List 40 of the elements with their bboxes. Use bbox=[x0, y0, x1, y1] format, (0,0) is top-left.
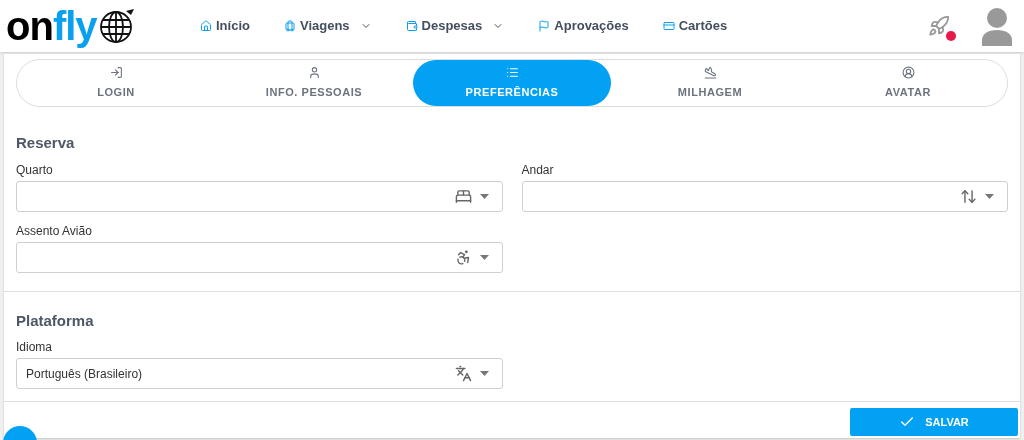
logo[interactable]: onfly bbox=[6, 6, 196, 46]
section-title: Plataforma bbox=[16, 310, 95, 331]
nav-link[interactable]: Viagens bbox=[283, 16, 372, 36]
nav-link[interactable]: Aprovações bbox=[538, 16, 629, 36]
caret-icon bbox=[479, 371, 489, 376]
field-label: Idioma bbox=[16, 339, 54, 356]
plane-icon bbox=[703, 65, 717, 79]
translate-icon bbox=[454, 365, 472, 382]
field-label: Assento Avião bbox=[16, 222, 93, 240]
field-label: Quarto bbox=[16, 161, 54, 179]
select-field[interactable] bbox=[16, 241, 503, 273]
caret-icon bbox=[479, 254, 489, 260]
home-icon bbox=[200, 20, 212, 32]
tab[interactable]: MILHAGEM bbox=[611, 60, 809, 106]
field-value: Português (Brasileiro) bbox=[26, 365, 144, 383]
caret-icon bbox=[479, 193, 489, 199]
user-circle-icon bbox=[901, 65, 915, 79]
card-icon bbox=[662, 20, 675, 32]
select-field[interactable] bbox=[16, 180, 503, 212]
rocket-icon bbox=[928, 15, 950, 37]
login-icon bbox=[109, 65, 123, 79]
avatar-icon[interactable] bbox=[980, 6, 1014, 46]
nav-link[interactable]: Cartões bbox=[662, 16, 728, 36]
wallet-icon bbox=[405, 20, 418, 32]
tab[interactable]: AVATAR bbox=[809, 60, 1007, 106]
flag-icon bbox=[538, 20, 551, 32]
tab[interactable]: LOGIN bbox=[17, 60, 215, 106]
person-icon bbox=[307, 65, 321, 79]
field-label: Andar bbox=[521, 161, 555, 179]
caret-icon bbox=[985, 193, 994, 199]
list-icon bbox=[505, 65, 519, 79]
globe-icon bbox=[97, 7, 136, 45]
nav-link[interactable]: Despesas bbox=[405, 16, 505, 36]
section-title: Reserva bbox=[16, 133, 76, 153]
select-field[interactable]: Português (Brasileiro) bbox=[16, 358, 503, 389]
tab[interactable]: INFO. PESSOAIS bbox=[215, 60, 413, 106]
nav-link[interactable]: Início bbox=[200, 16, 250, 36]
select-field[interactable] bbox=[521, 180, 1008, 212]
luggage-icon bbox=[283, 20, 296, 32]
bed-icon bbox=[454, 187, 472, 205]
